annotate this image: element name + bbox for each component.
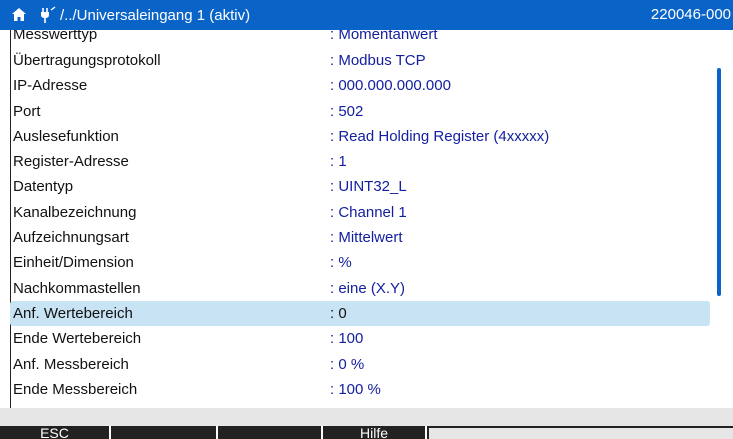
softkey-2[interactable] xyxy=(111,426,218,439)
network-plug-icon xyxy=(38,5,58,25)
item-label: Kanalbezeichnung xyxy=(13,203,137,221)
item-value: : Mittelwert xyxy=(330,229,403,247)
item-value: : Modbus TCP xyxy=(330,52,426,69)
item-label: Übertragungsprotokoll xyxy=(13,52,161,69)
list-item[interactable]: Aufzeichnungsart : Mittelwert xyxy=(10,225,710,250)
item-value: : 1 xyxy=(330,153,347,171)
list-item[interactable]: Nachkommastellen : eine (X.Y) xyxy=(10,276,710,301)
item-value: : Read Holding Register (4xxxxx) xyxy=(330,127,550,145)
list-item[interactable]: Messwerttyp : Momentanwert xyxy=(10,30,710,48)
list-item[interactable]: Anf. Messbereich : 0 % xyxy=(10,352,710,377)
item-value: : 100 xyxy=(330,330,364,348)
list-item[interactable]: Kanalbezeichnung : Channel 1 xyxy=(10,200,710,225)
help-softkey[interactable]: Hilfe xyxy=(323,426,427,439)
list-item[interactable]: Einheit/Dimension : % xyxy=(10,250,710,275)
item-label: Ende Messbereich xyxy=(13,380,138,398)
title-bar: /../Universaleingang 1 (aktiv) 220046-00… xyxy=(0,0,733,30)
list-item[interactable]: Ende Wertebereich : 100 xyxy=(10,326,710,351)
list-item[interactable]: IP-Adresse : 000.000.000.000 xyxy=(10,73,710,98)
device-id: 220046-000 xyxy=(650,6,731,23)
item-value: : 502 xyxy=(330,102,364,120)
item-value: : UINT32_L xyxy=(330,178,407,196)
esc-softkey[interactable]: ESC xyxy=(0,426,111,439)
item-label: IP-Adresse xyxy=(13,77,88,95)
breadcrumb-path: /../Universaleingang 1 (aktiv) xyxy=(60,6,251,24)
item-label: Datentyp xyxy=(13,178,74,196)
item-label: Aufzeichnungsart xyxy=(13,229,129,247)
home-icon[interactable] xyxy=(8,4,30,26)
list-item[interactable]: Übertragungsprotokoll : Modbus TCP xyxy=(10,48,710,73)
parameter-list: Messwerttyp : Momentanwert Übertragungsp… xyxy=(10,30,710,408)
item-label: Register-Adresse xyxy=(13,153,129,171)
item-label: Anf. Wertebereich xyxy=(13,304,133,322)
item-value: : eine (X.Y) xyxy=(330,279,406,297)
item-value: : Channel 1 xyxy=(330,203,407,221)
softkey-3[interactable] xyxy=(218,426,323,439)
softkey-bar: ESC Hilfe xyxy=(0,408,733,439)
item-label: Messwerttyp xyxy=(13,30,98,43)
item-label: Port xyxy=(13,102,41,120)
scrollbar-thumb[interactable] xyxy=(717,68,721,296)
item-label: Nachkommastellen xyxy=(13,279,141,297)
item-value: : 100 % xyxy=(330,380,381,398)
list-item[interactable]: Ende Messbereich : 100 % xyxy=(10,377,710,402)
list-item[interactable]: Auslesefunktion : Read Holding Register … xyxy=(10,124,710,149)
list-item[interactable]: Port : 502 xyxy=(10,99,710,124)
list-item[interactable]: Datentyp : UINT32_L xyxy=(10,174,710,199)
item-value: : 0 % xyxy=(330,355,365,373)
item-value: : % xyxy=(330,254,352,272)
item-value: : Momentanwert xyxy=(330,30,438,43)
item-label: Einheit/Dimension xyxy=(13,254,134,272)
item-label: Auslesefunktion xyxy=(13,127,119,145)
list-item-selected[interactable]: Anf. Wertebereich : 0 xyxy=(10,300,710,327)
softkey-empty xyxy=(427,426,733,439)
item-label: Ende Wertebereich xyxy=(13,330,142,348)
item-value: : 0 xyxy=(330,304,347,322)
item-value: : 000.000.000.000 xyxy=(330,77,451,95)
list-item[interactable]: Register-Adresse : 1 xyxy=(10,149,710,174)
item-label: Anf. Messbereich xyxy=(13,355,129,373)
